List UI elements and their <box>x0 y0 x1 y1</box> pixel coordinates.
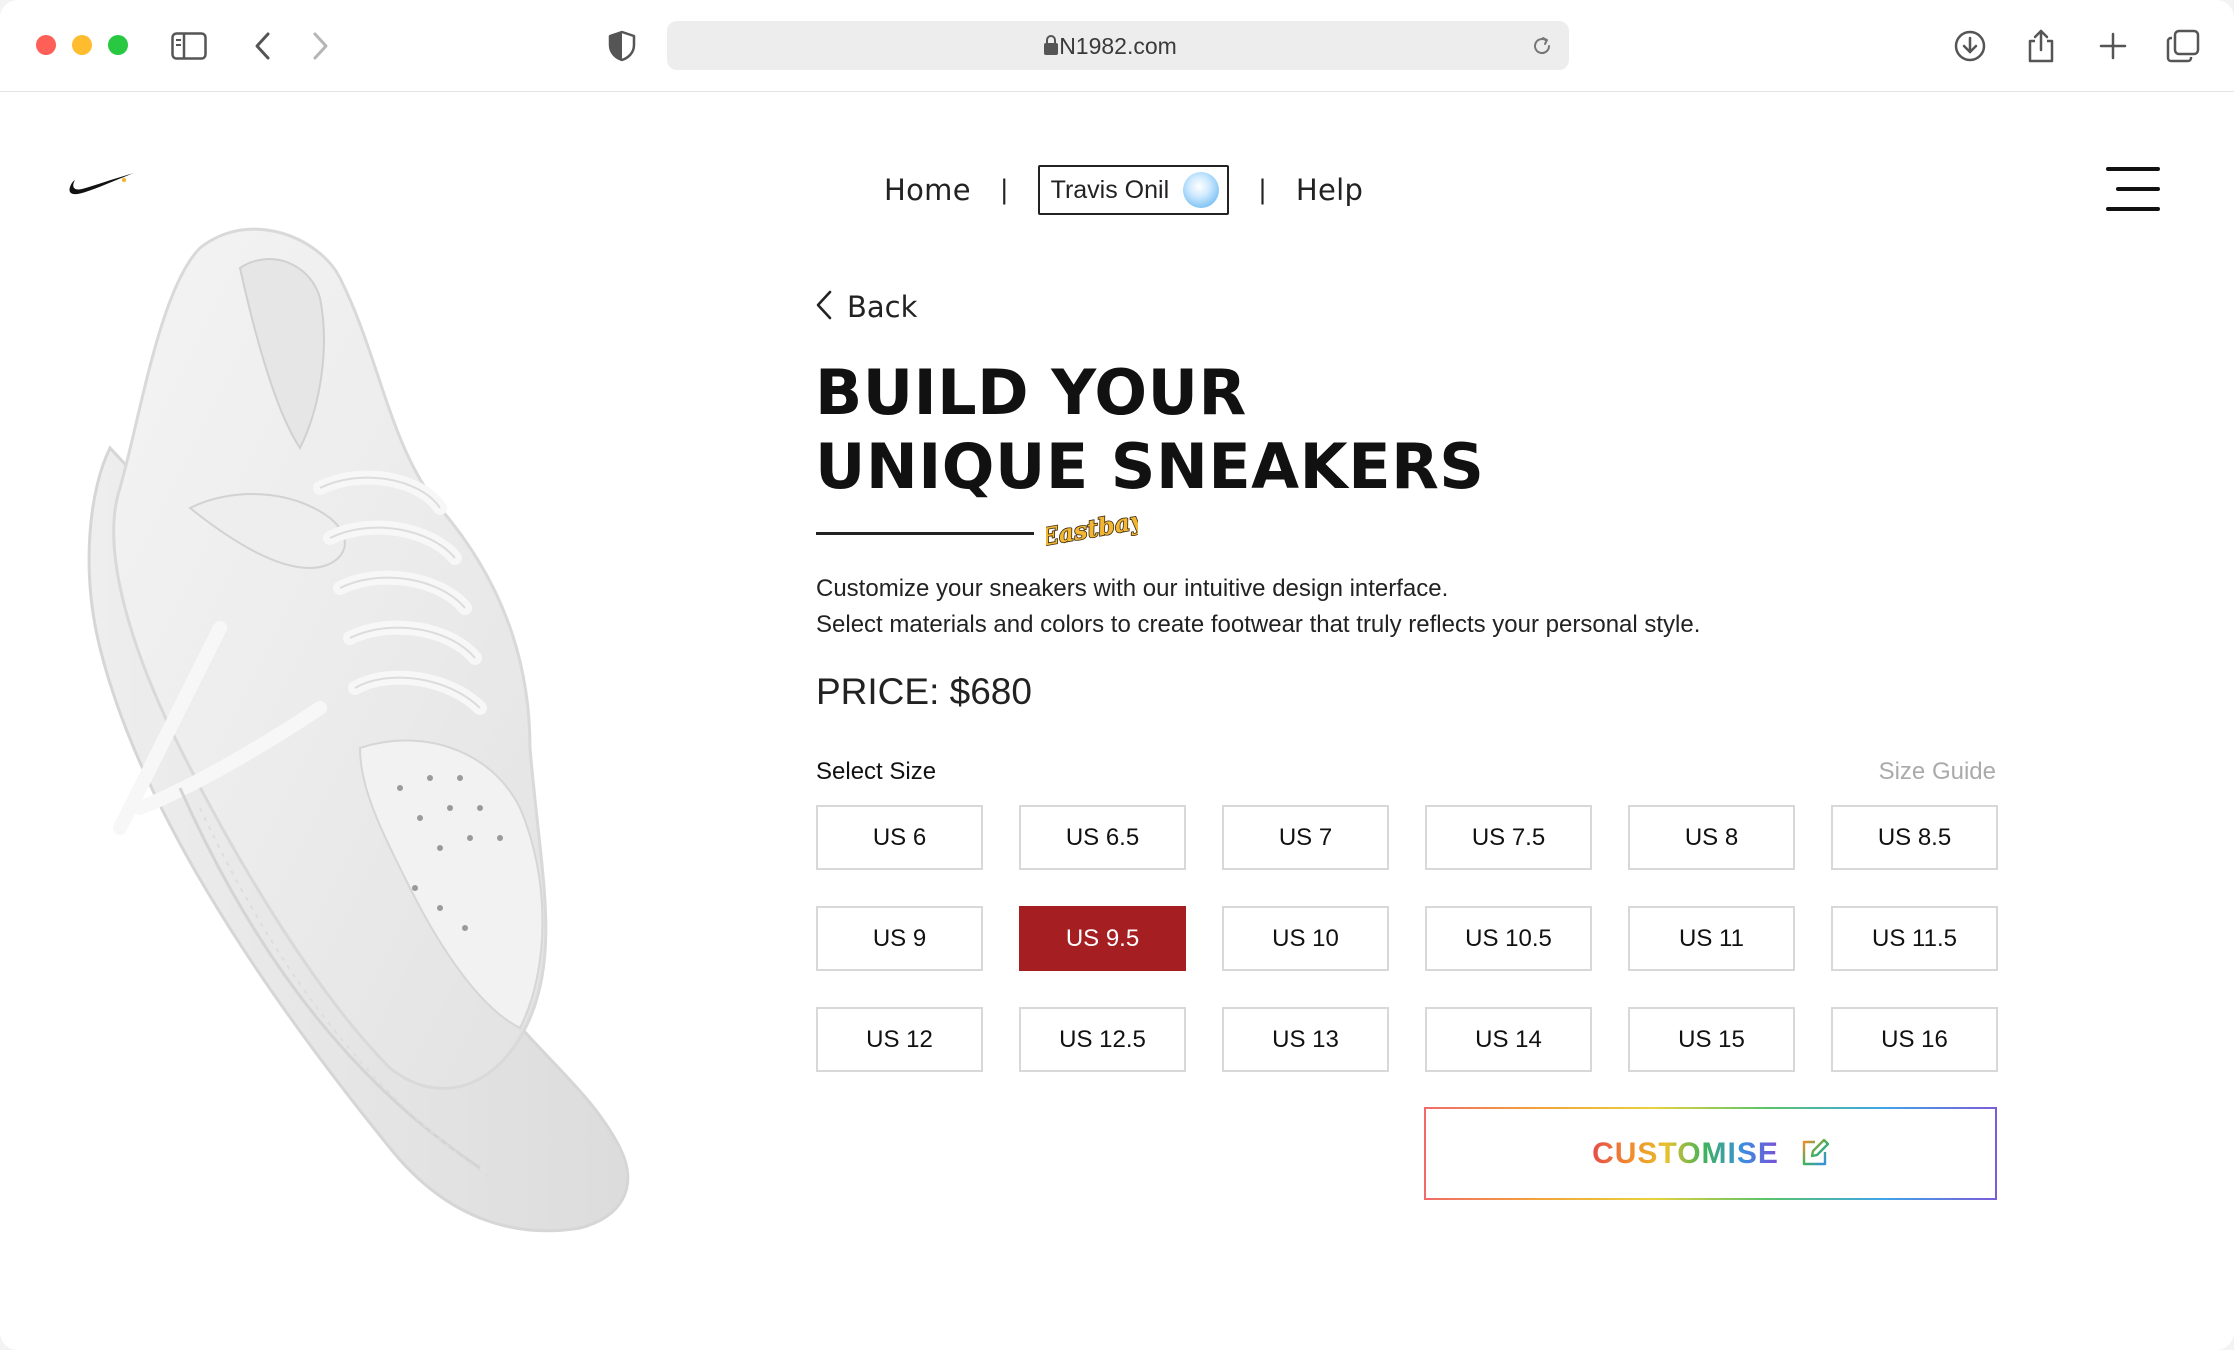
url-text: N1982.com <box>1059 33 1177 59</box>
description-line-2: Select materials and colors to create fo… <box>816 611 1701 638</box>
plus-icon[interactable] <box>2093 26 2133 66</box>
sidebar-icon[interactable] <box>169 26 209 66</box>
size-grid: US 6 US 6.5 US 7 US 7.5 US 8 US 8.5 US 9… <box>816 805 1998 1072</box>
close-window-button[interactable] <box>36 35 56 55</box>
size-option[interactable]: US 8.5 <box>1831 805 1998 870</box>
size-option[interactable]: US 11.5 <box>1831 906 1998 971</box>
size-option[interactable]: US 9 <box>816 906 983 971</box>
browser-window: N1982.com Home | Travis Onil | Help Back… <box>0 0 2234 1350</box>
size-option[interactable]: US 8 <box>1628 805 1795 870</box>
chevron-right-icon[interactable] <box>300 26 340 66</box>
size-guide-link[interactable]: Size Guide <box>1879 758 1996 786</box>
page-title: BUILD YOUR UNIQUE SNEAKERS <box>815 356 1484 504</box>
divider <box>816 532 1034 535</box>
size-option[interactable]: US 9.5 <box>1019 906 1186 971</box>
svg-text:Eastbay: Eastbay <box>1046 507 1138 551</box>
chevron-left-icon <box>815 290 833 324</box>
size-option[interactable]: US 12.5 <box>1019 1007 1186 1072</box>
share-icon[interactable] <box>2021 26 2061 66</box>
title-line-2: UNIQUE SNEAKERS <box>815 430 1485 503</box>
title-line-1: BUILD YOUR <box>815 356 1247 429</box>
reload-icon[interactable] <box>1531 35 1553 61</box>
user-name: Travis Onil <box>1050 175 1170 204</box>
eastbay-badge-logo: Eastbay <box>1036 504 1149 555</box>
minimize-window-button[interactable] <box>72 35 92 55</box>
size-option[interactable]: US 13 <box>1222 1007 1389 1072</box>
shield-icon[interactable] <box>602 26 642 66</box>
web-page: Home | Travis Onil | Help Back BUILD YOU… <box>0 93 2234 1350</box>
size-option[interactable]: US 12 <box>816 1007 983 1072</box>
size-option[interactable]: US 10 <box>1222 906 1389 971</box>
main-nav: Home | Travis Onil | Help <box>884 165 1363 215</box>
size-option[interactable]: US 7 <box>1222 805 1389 870</box>
chevron-left-icon[interactable] <box>243 26 283 66</box>
size-option[interactable]: US 6.5 <box>1019 805 1186 870</box>
size-option[interactable]: US 16 <box>1831 1007 1998 1072</box>
size-option[interactable]: US 7.5 <box>1425 805 1592 870</box>
tabs-overview-icon[interactable] <box>2163 26 2203 66</box>
size-option[interactable]: US 6 <box>816 805 983 870</box>
zoom-window-button[interactable] <box>108 35 128 55</box>
download-icon[interactable] <box>1950 26 1990 66</box>
hamburger-menu-icon[interactable] <box>2106 167 2160 213</box>
customise-label: CUSTOMISE <box>1592 1136 1779 1170</box>
select-size-label: Select Size <box>816 758 937 785</box>
size-option[interactable]: US 15 <box>1628 1007 1795 1072</box>
size-option[interactable]: US 10.5 <box>1425 906 1592 971</box>
avatar <box>1183 172 1220 208</box>
user-profile-chip[interactable]: Travis Onil <box>1037 165 1230 215</box>
nav-help-link[interactable]: Help <box>1296 173 1363 207</box>
edit-icon <box>1801 1137 1830 1171</box>
customise-button[interactable]: CUSTOMISE <box>1424 1107 1997 1200</box>
nav-home-link[interactable]: Home <box>884 173 971 207</box>
nav-separator: | <box>1258 175 1267 205</box>
address-bar[interactable]: N1982.com <box>667 21 1569 70</box>
product-description: Customize your sneakers with our intuiti… <box>816 571 1700 643</box>
size-option[interactable]: US 11 <box>1628 906 1795 971</box>
size-option[interactable]: US 14 <box>1425 1007 1592 1072</box>
browser-toolbar: N1982.com <box>0 0 2234 92</box>
price-text: PRICE: $680 <box>816 671 1032 712</box>
sneaker-product-image <box>60 188 760 1298</box>
back-label: Back <box>847 290 918 324</box>
description-line-1: Customize your sneakers with our intuiti… <box>816 575 1449 602</box>
nav-separator: | <box>999 175 1009 205</box>
back-link[interactable]: Back <box>815 290 917 324</box>
